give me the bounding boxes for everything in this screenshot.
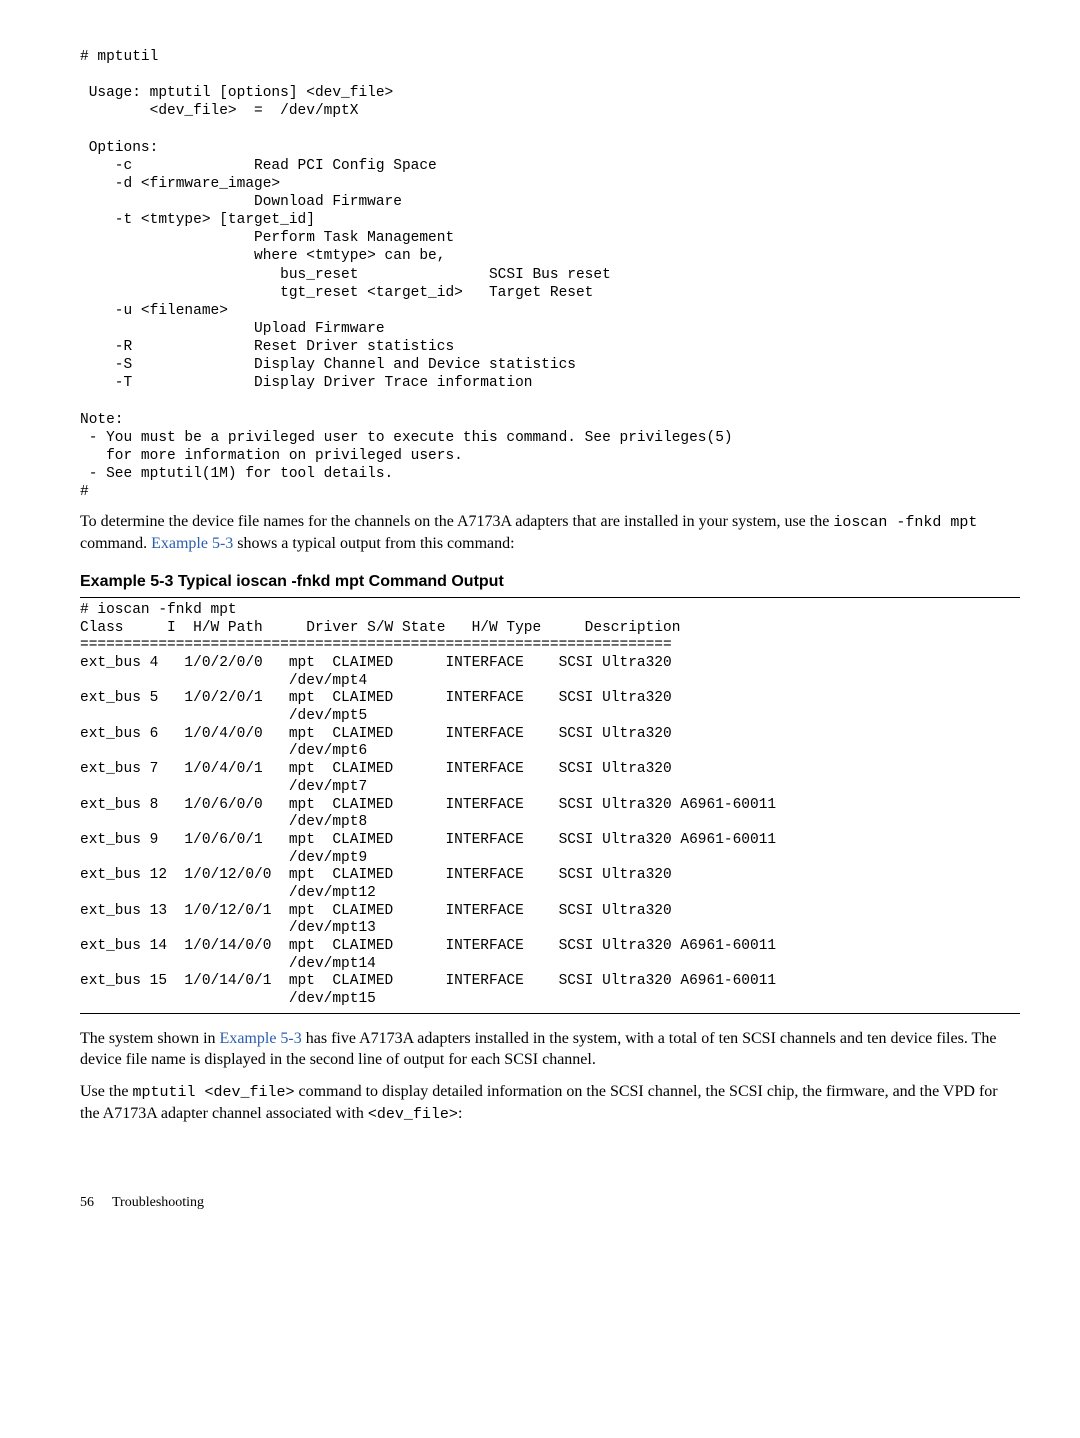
footer-title: Troubleshooting xyxy=(112,1195,204,1210)
table-row: ext_bus 15 1/0/14/0/1 mpt CLAIMED INTERF… xyxy=(80,973,1020,991)
ioscan-divider: ========================================… xyxy=(80,637,1020,655)
usage-block: Usage: mptutil [options] <dev_file> <dev… xyxy=(80,66,1020,501)
page-footer: 56 Troubleshooting xyxy=(80,1195,1020,1211)
para3-cmd2: <dev_file> xyxy=(368,1106,458,1123)
table-row-dev: /dev/mpt8 xyxy=(80,814,1020,832)
para3-pre: Use the xyxy=(80,1083,132,1100)
table-row: ext_bus 9 1/0/6/0/1 mpt CLAIMED INTERFAC… xyxy=(80,832,1020,850)
ioscan-cmd: # ioscan -fnkd mpt xyxy=(80,602,1020,620)
para2-pre: The system shown in xyxy=(80,1030,220,1047)
table-row: ext_bus 7 1/0/4/0/1 mpt CLAIMED INTERFAC… xyxy=(80,761,1020,779)
ioscan-header: Class I H/W Path Driver S/W State H/W Ty… xyxy=(80,620,1020,638)
table-row-dev: /dev/mpt4 xyxy=(80,673,1020,691)
table-row-dev: /dev/mpt15 xyxy=(80,991,1020,1009)
cmd-prompt: # mptutil xyxy=(80,48,1020,66)
para1-pre: To determine the device file names for t… xyxy=(80,513,833,530)
table-row-dev: /dev/mpt14 xyxy=(80,956,1020,974)
para1-cmd: ioscan -fnkd mpt xyxy=(833,514,977,531)
table-row-dev: /dev/mpt13 xyxy=(80,920,1020,938)
para3-cmd1: mptutil <dev_file> xyxy=(132,1084,294,1101)
table-row-dev: /dev/mpt5 xyxy=(80,708,1020,726)
table-row: ext_bus 13 1/0/12/0/1 mpt CLAIMED INTERF… xyxy=(80,903,1020,921)
table-row-dev: /dev/mpt6 xyxy=(80,743,1020,761)
table-row: ext_bus 6 1/0/4/0/0 mpt CLAIMED INTERFAC… xyxy=(80,726,1020,744)
page-number: 56 xyxy=(80,1195,94,1210)
para1-mid: command. xyxy=(80,535,151,552)
para3-post: : xyxy=(458,1105,462,1122)
table-row: ext_bus 8 1/0/6/0/0 mpt CLAIMED INTERFAC… xyxy=(80,797,1020,815)
paragraph-intro: To determine the device file names for t… xyxy=(80,511,1020,555)
para1-post: shows a typical output from this command… xyxy=(233,535,514,552)
example-heading: Example 5-3 Typical ioscan -fnkd mpt Com… xyxy=(80,573,1020,591)
ioscan-output: # ioscan -fnkd mpt Class I H/W Path Driv… xyxy=(80,597,1020,1014)
table-row-dev: /dev/mpt12 xyxy=(80,885,1020,903)
table-row: ext_bus 12 1/0/12/0/0 mpt CLAIMED INTERF… xyxy=(80,867,1020,885)
example-link-2[interactable]: Example 5-3 xyxy=(220,1030,302,1047)
table-row: ext_bus 4 1/0/2/0/0 mpt CLAIMED INTERFAC… xyxy=(80,655,1020,673)
table-row-dev: /dev/mpt9 xyxy=(80,850,1020,868)
paragraph-result: The system shown in Example 5-3 has five… xyxy=(80,1028,1020,1071)
table-row: ext_bus 5 1/0/2/0/1 mpt CLAIMED INTERFAC… xyxy=(80,690,1020,708)
table-row-dev: /dev/mpt7 xyxy=(80,779,1020,797)
paragraph-usage: Use the mptutil <dev_file> command to di… xyxy=(80,1081,1020,1126)
example-link[interactable]: Example 5-3 xyxy=(151,535,233,552)
table-row: ext_bus 14 1/0/14/0/0 mpt CLAIMED INTERF… xyxy=(80,938,1020,956)
